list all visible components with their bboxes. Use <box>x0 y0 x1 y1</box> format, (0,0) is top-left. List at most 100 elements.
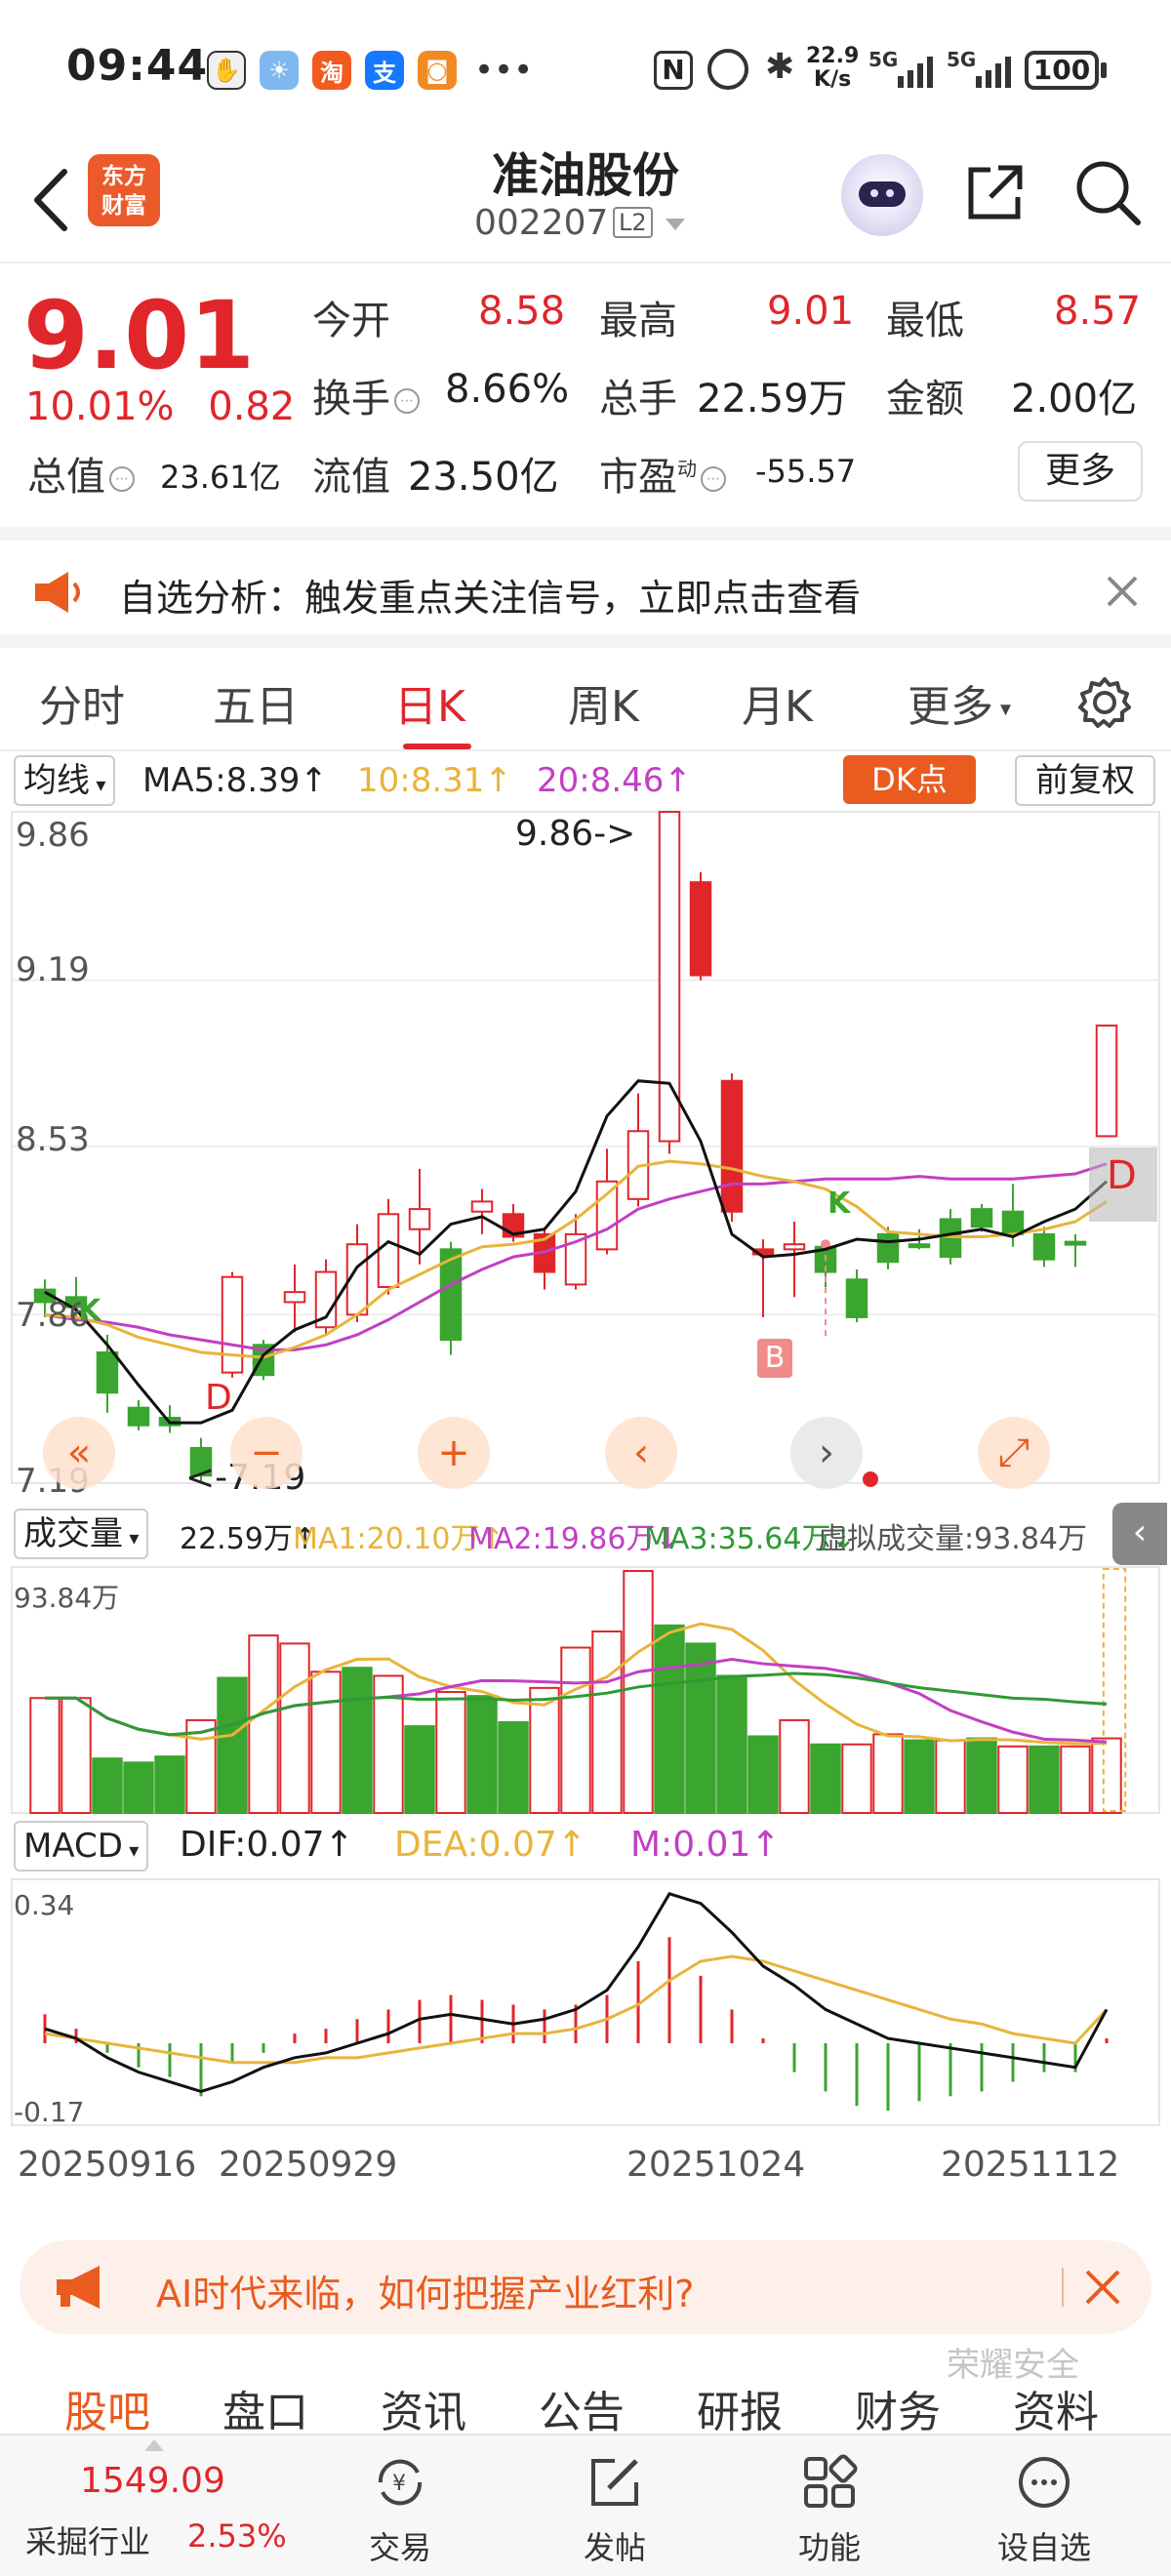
candle-body <box>1095 1025 1118 1138</box>
volume-bar <box>92 1757 123 1814</box>
volume-bar <box>248 1634 279 1814</box>
prev-button[interactable]: ‹ <box>605 1417 677 1489</box>
candle-body <box>720 1079 744 1213</box>
candle-body <box>96 1351 119 1394</box>
banner-divider <box>1062 2268 1064 2307</box>
nav-post[interactable]: 发帖 <box>527 2435 703 2576</box>
tab-forum[interactable]: 股吧 <box>64 2377 150 2439</box>
candle-body <box>595 1180 619 1251</box>
buy-signal-badge[interactable]: B <box>757 1339 792 1378</box>
next-button[interactable]: › <box>790 1417 863 1489</box>
volume-bar <box>810 1743 841 1814</box>
date-label: 20250916 <box>18 2145 197 2185</box>
macd-selector[interactable]: MACD ▾ <box>14 1821 149 1872</box>
volume-bar <box>310 1670 342 1815</box>
candle-body <box>1032 1232 1056 1261</box>
volume-bar <box>841 1743 872 1814</box>
nav-functions[interactable]: 功能 <box>742 2435 917 2576</box>
signal-k-marker-2: K <box>828 1187 851 1221</box>
volume-bar <box>435 1691 466 1814</box>
volume-bar <box>1091 1737 1122 1814</box>
fullscreen-button[interactable]: ⤢ <box>978 1417 1050 1489</box>
expand-arrow-icon <box>144 2439 164 2451</box>
tab-research[interactable]: 研报 <box>697 2377 783 2439</box>
date-label: 20251024 <box>626 2145 806 2185</box>
grid-icon <box>804 2454 858 2508</box>
virtual-volume: 虚拟成交量:93.84万 <box>818 1522 1087 1556</box>
candle-body <box>658 811 681 1143</box>
volume-selector[interactable]: 成交量 ▾ <box>14 1509 149 1559</box>
volume-bar <box>716 1674 747 1815</box>
megaphone-icon <box>57 2266 100 2309</box>
banner-text: AI时代来临，如何把握产业红利? <box>156 2273 695 2315</box>
volume-bar <box>560 1646 591 1814</box>
edit-icon <box>591 2459 638 2506</box>
candle-body <box>1064 1240 1087 1246</box>
new-dot <box>863 1471 878 1487</box>
candle-body <box>1001 1210 1025 1235</box>
date-label: 20251112 <box>941 2145 1120 2185</box>
candle-body <box>408 1208 431 1230</box>
candle-body <box>845 1278 868 1318</box>
volume-bar <box>279 1642 310 1815</box>
index-pct: 2.53% <box>187 2517 287 2555</box>
zoom-out-button[interactable]: − <box>230 1417 303 1489</box>
svg-text:¥: ¥ <box>392 2472 406 2496</box>
volume-axis-max: 93.84万 <box>14 1582 120 1614</box>
candle-body <box>221 1275 244 1374</box>
candle-body <box>127 1406 150 1427</box>
date-label: 20250929 <box>219 2145 398 2185</box>
nav-trade[interactable]: ¥ 交易 <box>312 2435 488 2576</box>
signal-d-marker-current: D <box>1107 1153 1137 1198</box>
candle-body <box>783 1243 806 1251</box>
trade-icon: ¥ <box>378 2459 423 2506</box>
side-panel-toggle[interactable]: ‹ <box>1112 1503 1167 1565</box>
candle-body <box>470 1200 494 1213</box>
volume-bar <box>747 1735 779 1815</box>
volume-bar <box>123 1761 154 1815</box>
candle-body <box>377 1213 400 1289</box>
macd-axis-bottom: -0.17 <box>14 2096 85 2128</box>
volume-bar <box>466 1695 498 1814</box>
volume-bar <box>29 1697 61 1814</box>
volume-bar <box>779 1718 810 1815</box>
nav-add-watchlist[interactable]: 设自选 <box>956 2435 1132 2576</box>
volume-bar <box>623 1570 654 1814</box>
price-axis-2: 9.19 <box>16 950 90 989</box>
volume-bar <box>685 1642 716 1815</box>
tab-order-book[interactable]: 盘口 <box>222 2377 308 2439</box>
volume-bar <box>404 1725 435 1814</box>
volume-bar <box>154 1755 185 1814</box>
volume-bar <box>654 1624 685 1815</box>
promo-banner[interactable]: AI时代来临，如何把握产业红利? <box>20 2240 1151 2334</box>
price-axis-top: 9.86 <box>16 816 90 855</box>
macd-dea: DEA:0.07↑ <box>394 1825 586 1865</box>
tab-profile[interactable]: 资料 <box>1013 2377 1099 2439</box>
volume-bar <box>591 1630 623 1814</box>
volume-bar <box>529 1686 560 1815</box>
zoom-in-button[interactable]: + <box>418 1417 490 1489</box>
tab-finance[interactable]: 财务 <box>855 2377 941 2439</box>
volume-bar <box>1029 1745 1060 1815</box>
signal-k-marker: K <box>78 1294 101 1328</box>
candle-body <box>908 1243 931 1249</box>
close-icon[interactable] <box>1083 2268 1122 2307</box>
candle-body <box>283 1291 306 1304</box>
section-tabs: 股吧 盘口 资讯 公告 研报 财务 资料 <box>0 2359 1171 2437</box>
tab-announcements[interactable]: 公告 <box>539 2377 625 2439</box>
volume-bar <box>935 1739 966 1814</box>
volume-bar <box>1060 1745 1091 1815</box>
signal-d-marker: D <box>205 1378 232 1418</box>
rewind-button[interactable]: « <box>43 1417 115 1489</box>
tab-news[interactable]: 资讯 <box>381 2377 466 2439</box>
volume-bar <box>872 1733 904 1815</box>
high-annotation: 9.86-> <box>515 814 636 854</box>
price-axis-3: 8.53 <box>16 1120 90 1159</box>
industry-index[interactable]: 1549.09 采掘行业 2.53% <box>0 2435 293 2576</box>
volume-bar <box>342 1667 373 1814</box>
price-pane-frame <box>11 811 1160 1484</box>
candle-body <box>970 1208 993 1228</box>
kline-chart[interactable] <box>0 0 1171 2205</box>
index-value: 1549.09 <box>80 2461 225 2501</box>
volume-bar <box>904 1739 935 1814</box>
